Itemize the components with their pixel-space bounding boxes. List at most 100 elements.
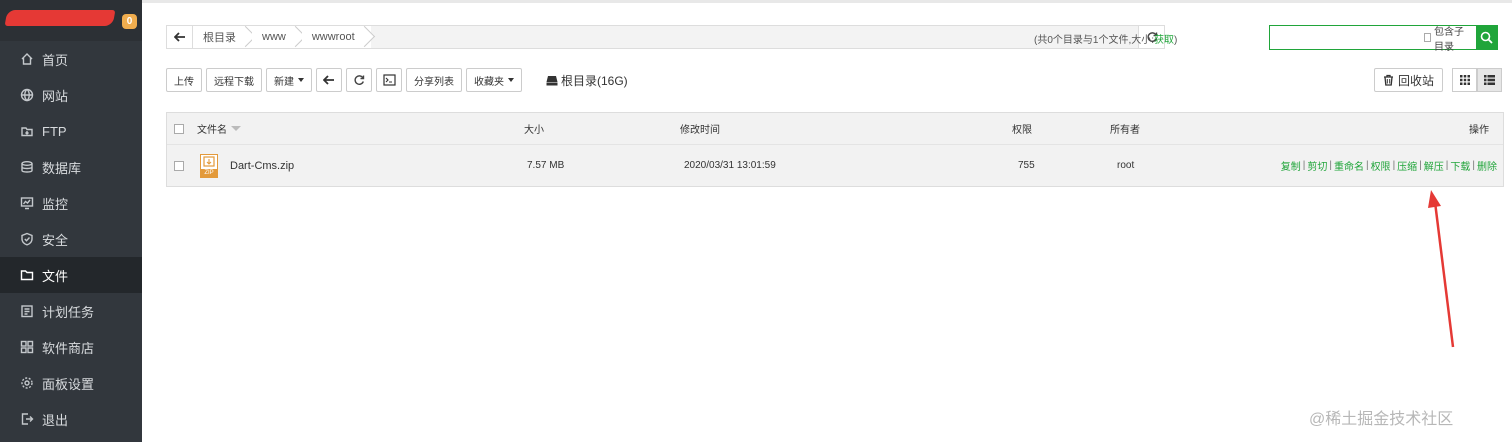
file-manager: 根目录 www wwwroot (共0个目录与1个文件,大小:获取) 包含子目录… [142, 0, 1512, 442]
column-header-permission[interactable]: 权限 [1012, 113, 1032, 144]
sidebar-item-label: 安全 [42, 232, 69, 248]
terminal-button[interactable] [376, 68, 402, 92]
caret-down-icon [508, 78, 514, 82]
back-button[interactable] [316, 68, 342, 92]
sidebar-item-label: 计划任务 [42, 304, 95, 320]
favorites-label: 收藏夹 [474, 76, 504, 88]
search-input[interactable] [1270, 26, 1424, 49]
file-name-link[interactable]: Dart-Cms.zip [230, 145, 294, 186]
new-dropdown-button[interactable]: 新建 [266, 68, 312, 92]
arrow-left-icon [323, 75, 334, 85]
permission-action[interactable]: 权限 [1371, 158, 1391, 173]
calculate-size-link[interactable]: 获取 [1154, 35, 1174, 46]
sidebar-item-label: 首页 [42, 52, 69, 68]
include-subdirectories-checkbox[interactable]: 包含子目录 [1424, 26, 1476, 53]
separator: | [1365, 160, 1369, 171]
sidebar-item-label: 软件商店 [42, 340, 95, 356]
grid-view-button[interactable] [1452, 68, 1478, 92]
column-header-actions: 操作 [1469, 125, 1489, 136]
breadcrumb-wwwroot[interactable]: wwwroot [301, 26, 371, 48]
include-subdirectories-label: 包含子目录 [1433, 26, 1464, 53]
extract-action[interactable]: 解压 [1424, 158, 1444, 173]
list-view-button[interactable] [1477, 68, 1503, 92]
sidebar-item-store[interactable]: 软件商店 [0, 329, 142, 365]
sidebar-item-website[interactable]: 网站 [0, 77, 142, 113]
trash-icon [1384, 74, 1393, 86]
share-list-button[interactable]: 分享列表 [406, 68, 462, 92]
database-icon [20, 160, 34, 174]
separator: | [1419, 160, 1422, 171]
sidebar-item-home[interactable]: 首页 [0, 41, 142, 77]
folder-icon [20, 268, 34, 282]
breadcrumb-root[interactable]: 根目录 [193, 26, 252, 48]
annotation-arrow [1428, 190, 1455, 348]
sidebar-item-ftp[interactable]: FTP [0, 113, 142, 149]
separator: | [1392, 160, 1396, 171]
separator: | [1329, 160, 1332, 171]
sidebar-item-label: 面板设置 [42, 376, 95, 392]
upload-button[interactable]: 上传 [166, 68, 202, 92]
column-header-mtime[interactable]: 修改时间 [680, 113, 720, 144]
file-table: 文件名 大小 修改时间 权限 所有者 操作 ZIP Dart-Cms.zip 7… [166, 112, 1504, 187]
sidebar-item-cron[interactable]: 计划任务 [0, 293, 142, 329]
separator: | [1472, 160, 1475, 171]
globe-icon [20, 88, 34, 102]
sidebar-item-monitor[interactable]: 监控 [0, 185, 142, 221]
file-owner: root [1117, 160, 1135, 171]
table-header: 文件名 大小 修改时间 权限 所有者 操作 [167, 113, 1503, 145]
search-icon [1480, 31, 1493, 44]
sidebar-item-label: FTP [42, 123, 67, 139]
column-name-label: 文件名 [197, 125, 227, 136]
terminal-icon [382, 74, 396, 86]
sidebar-item-label: 网站 [42, 88, 69, 104]
path-back-button[interactable] [167, 26, 193, 48]
home-icon [20, 52, 34, 66]
recycle-bin-button[interactable]: 回收站 [1374, 68, 1444, 92]
copy-action[interactable]: 复制 [1281, 158, 1301, 173]
sidebar-item-logout[interactable]: 退出 [0, 401, 142, 437]
select-all-checkbox[interactable] [174, 123, 184, 134]
ftp-icon [20, 124, 34, 138]
sidebar: 0 首页 网站 FTP 数据库 监控 安全 文件 计划任务 软件商店 面板设置 … [0, 0, 142, 442]
sidebar-item-security[interactable]: 安全 [0, 221, 142, 257]
list-icon [1484, 75, 1496, 85]
row-checkbox[interactable] [174, 160, 184, 171]
table-row[interactable]: ZIP Dart-Cms.zip 7.57 MB 2020/03/31 13:0… [167, 145, 1503, 186]
path-bar: 根目录 www wwwroot [166, 25, 1165, 49]
delete-action[interactable]: 删除 [1477, 158, 1497, 173]
redacted-server-name [4, 10, 116, 26]
file-permission[interactable]: 755 [1018, 145, 1035, 186]
directory-summary: (共0个目录与1个文件,大小:获取) [1034, 31, 1177, 46]
file-icon-cell: ZIP [200, 145, 218, 186]
download-action[interactable]: 下载 [1450, 158, 1470, 173]
sidebar-item-database[interactable]: 数据库 [0, 149, 142, 185]
remote-download-button[interactable]: 远程下载 [206, 68, 262, 92]
sidebar-item-label: 退出 [42, 412, 69, 428]
settings-icon [20, 376, 34, 390]
rename-action[interactable]: 重命名 [1334, 158, 1364, 173]
refresh-icon [354, 75, 365, 85]
disk-label: 根目录(16G) [561, 73, 628, 88]
search-button[interactable] [1475, 26, 1497, 49]
sidebar-item-label: 监控 [42, 196, 69, 212]
checkbox-box[interactable] [1424, 33, 1431, 42]
breadcrumb-www[interactable]: www [252, 26, 302, 48]
recycle-bin-label: 回收站 [1398, 73, 1435, 88]
toolbar: 上传 远程下载 新建 分享列表 收藏夹 根目录(16G) [166, 68, 628, 92]
separator: | [1445, 160, 1449, 171]
refresh-button[interactable] [346, 68, 372, 92]
grid-icon [1459, 75, 1470, 85]
compress-action[interactable]: 压缩 [1397, 158, 1417, 173]
column-header-size[interactable]: 大小 [524, 113, 544, 144]
column-header-owner[interactable]: 所有者 [1110, 113, 1140, 144]
column-header-name[interactable]: 文件名 [197, 113, 241, 144]
cut-action[interactable]: 剪切 [1307, 158, 1327, 173]
hard-drive-icon [546, 75, 558, 85]
disk-selector[interactable]: 根目录(16G) [546, 72, 628, 89]
zip-file-icon: ZIP [200, 153, 218, 178]
favorites-dropdown-button[interactable]: 收藏夹 [466, 68, 522, 92]
notification-badge[interactable]: 0 [122, 14, 137, 29]
sidebar-item-files[interactable]: 文件 [0, 257, 142, 293]
sort-icon [231, 126, 241, 131]
sidebar-item-settings[interactable]: 面板设置 [0, 365, 142, 401]
